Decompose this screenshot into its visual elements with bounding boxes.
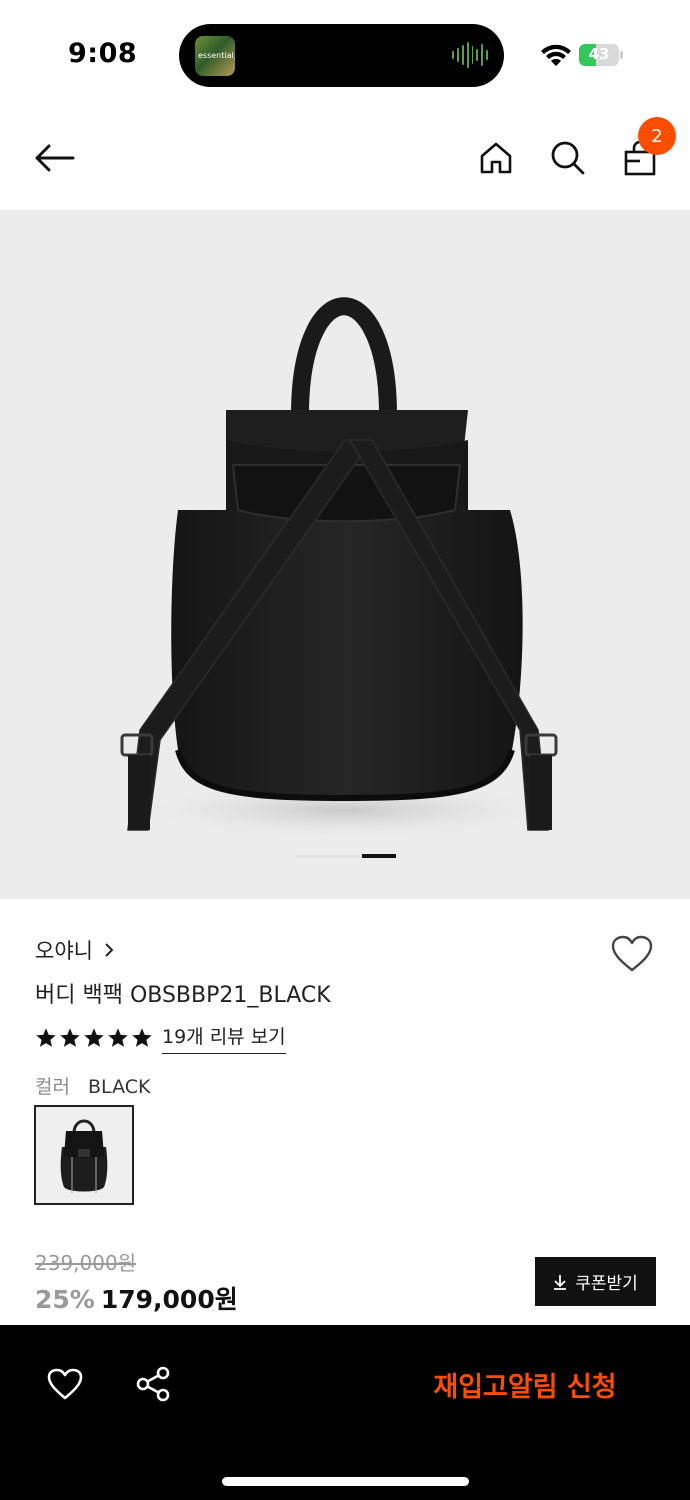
backpack-thumbnail [60,1119,108,1193]
star-rating [35,1027,153,1049]
color-label: 컬러 [35,1076,70,1098]
color-row: 컬러 BLACK [35,1072,150,1099]
discount-rate: 25% [35,1285,95,1314]
wishlist-button[interactable] [606,928,658,980]
now-playing-art-text: essential; [198,51,235,60]
original-price: 239,000원 [35,1251,137,1275]
download-icon [554,1274,567,1290]
star-icon [84,1028,104,1047]
color-value: BLACK [88,1076,151,1098]
brand-name: 오야니 [35,939,93,963]
home-icon [480,142,512,174]
sale-price: 179,000원 [100,1285,238,1314]
dynamic-island[interactable]: essential; [179,24,504,87]
now-playing-artwork: essential; [195,36,235,76]
audio-waveform-icon [452,42,488,68]
product-name: 버디 백팩 OBSBBP21_BLACK [35,983,331,1008]
search-button[interactable] [544,134,592,182]
coupon-label: 쿠폰받기 [575,1274,638,1294]
bottom-wishlist-button[interactable] [40,1359,90,1409]
star-icon [36,1028,56,1047]
share-button[interactable] [128,1359,178,1409]
star-icon [108,1028,128,1047]
wifi-icon [541,44,571,66]
brand-link[interactable]: 오야니 [35,935,115,965]
heart-outline-icon [611,935,653,972]
price-row: 25% 179,000원 [35,1280,238,1316]
backpack-image [115,297,575,840]
share-icon [136,1366,170,1402]
heart-outline-icon [47,1368,83,1400]
top-nav [0,110,690,210]
cart-count-badge: 2 [638,117,676,155]
star-icon [60,1028,80,1047]
review-link[interactable]: 19개 리뷰 보기 [162,1022,286,1054]
star-icon [132,1028,152,1047]
search-icon [551,141,585,175]
back-arrow-icon [35,144,75,172]
battery-level-text: 43 [588,45,610,63]
bottom-action-bar: 재입고알림 신청 [0,1325,690,1500]
rating-row: 19개 리뷰 보기 [35,1022,286,1054]
coupon-download-button[interactable]: 쿠폰받기 [535,1257,656,1306]
status-time: 9:08 [68,38,138,69]
home-indicator [222,1477,469,1486]
restock-alert-button[interactable]: 재입고알림 신청 [400,1359,650,1409]
product-image-gallery[interactable] [0,210,690,899]
color-swatch-black[interactable] [34,1105,134,1205]
chevron-right-icon [105,943,114,957]
back-button[interactable] [30,134,78,182]
gallery-indicator-active [362,854,396,858]
status-bar: 9:08 essential; 43 [0,0,690,110]
battery-icon: 43 [579,44,623,66]
home-button[interactable] [472,134,520,182]
